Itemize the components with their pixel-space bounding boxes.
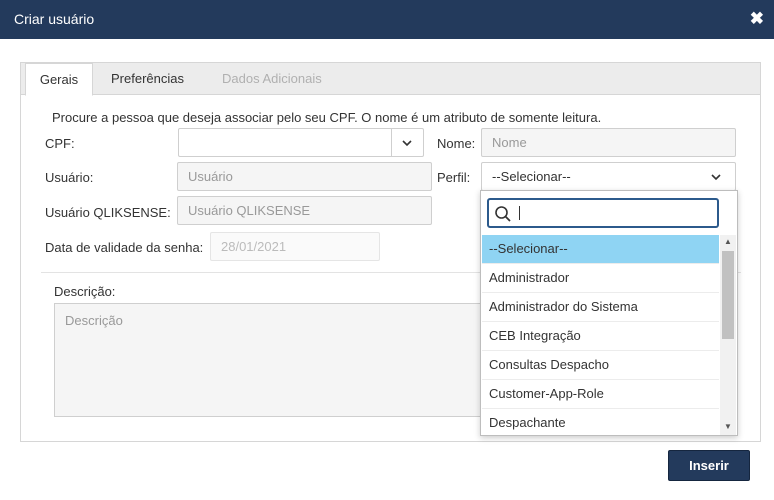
perfil-dropdown-list: --Selecionar-- Administrador Administrad… (480, 190, 738, 436)
perfil-option[interactable]: Despachante (482, 409, 719, 435)
create-user-dialog: Criar usuário ✖ Gerais Preferências Dado… (0, 0, 774, 500)
cpf-divider (391, 129, 392, 156)
dialog-titlebar: Criar usuário ✖ (0, 0, 774, 39)
perfil-option[interactable]: --Selecionar-- (482, 235, 719, 264)
usuario-qlik-field[interactable]: Usuário QLIKSENSE (177, 196, 432, 225)
nome-label: Nome: (437, 136, 476, 151)
perfil-option[interactable]: CEB Integração (482, 322, 719, 351)
validade-label: Data de validade da senha: (45, 240, 204, 255)
close-icon[interactable]: ✖ (750, 9, 764, 29)
perfil-option[interactable]: Administrador (482, 264, 719, 293)
text-caret (519, 206, 520, 220)
usuario-field[interactable]: Usuário (177, 162, 432, 191)
perfil-option[interactable]: Administrador do Sistema (482, 293, 719, 322)
perfil-selected: --Selecionar-- (492, 169, 571, 184)
cpf-combobox[interactable] (178, 128, 424, 157)
perfil-option[interactable]: Consultas Despacho (482, 351, 719, 380)
validade-placeholder: 28/01/2021 (221, 239, 287, 254)
tab-preferencias[interactable]: Preferências (111, 63, 184, 95)
dropdown-scrollbar[interactable]: ▲ ▼ (720, 235, 736, 435)
insert-button[interactable]: Inserir (668, 450, 750, 481)
usuario-placeholder: Usuário (188, 169, 233, 184)
dialog-title: Criar usuário (14, 11, 95, 27)
cpf-label: CPF: (45, 136, 75, 151)
usuario-qlik-label: Usuário QLIKSENSE: (45, 205, 171, 220)
descricao-textarea[interactable]: Descrição (54, 303, 484, 417)
perfil-label: Perfil: (437, 170, 471, 185)
nome-placeholder: Nome (492, 135, 527, 150)
tab-gerais[interactable]: Gerais (25, 63, 93, 96)
perfil-search-input[interactable] (487, 198, 719, 228)
nome-field[interactable]: Nome (481, 128, 736, 157)
usuario-label: Usuário: (45, 170, 94, 185)
search-icon (495, 206, 511, 222)
descricao-label: Descrição: (54, 284, 116, 299)
tab-strip: Gerais Preferências Dados Adicionais (21, 63, 760, 96)
chevron-down-icon[interactable] (402, 138, 412, 148)
scroll-up-icon[interactable]: ▲ (724, 238, 732, 246)
chevron-down-icon[interactable] (711, 172, 721, 182)
scrollbar-thumb[interactable] (722, 251, 734, 339)
perfil-select[interactable]: --Selecionar-- (481, 162, 736, 191)
scroll-down-icon[interactable]: ▼ (724, 423, 732, 431)
perfil-option[interactable]: Customer-App-Role (482, 380, 719, 409)
info-text: Procure a pessoa que deseja associar pel… (52, 110, 602, 125)
tab-dados-adicionais: Dados Adicionais (222, 71, 322, 86)
validade-field: 28/01/2021 (210, 232, 380, 261)
descricao-placeholder: Descrição (65, 313, 123, 328)
usuario-qlik-placeholder: Usuário QLIKSENSE (188, 203, 311, 218)
